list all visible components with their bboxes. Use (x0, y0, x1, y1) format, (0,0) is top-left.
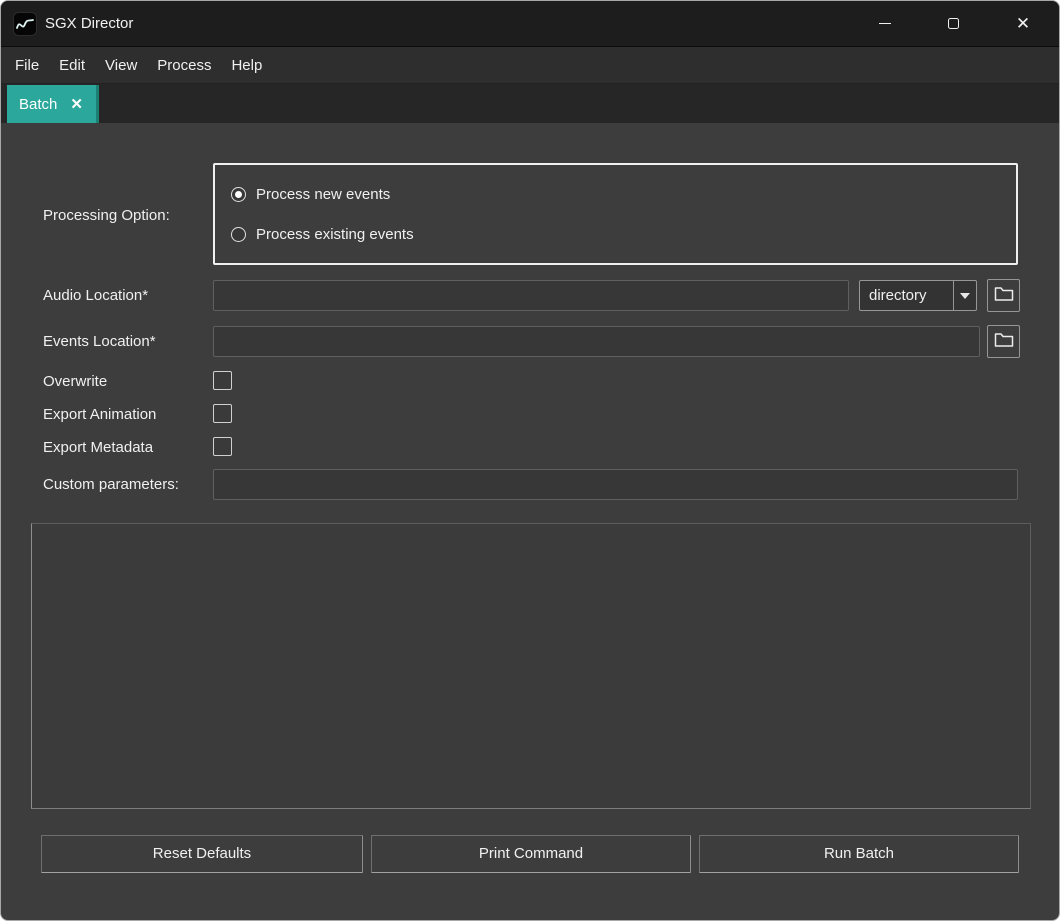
tab-batch[interactable]: Batch ✕ (7, 85, 99, 123)
radio-button-icon[interactable] (231, 187, 246, 202)
audio-location-input[interactable] (213, 280, 849, 311)
close-button[interactable]: ✕ (1000, 1, 1046, 46)
app-logo-icon (13, 12, 37, 36)
window-title: SGX Director (45, 1, 133, 47)
minimize-icon (879, 23, 891, 25)
events-location-label: Events Location* (43, 333, 156, 351)
maximize-button[interactable] (930, 1, 976, 46)
folder-icon (994, 285, 1014, 307)
titlebar[interactable]: SGX Director ✕ (1, 1, 1059, 47)
menu-item-edit[interactable]: Edit (49, 47, 95, 83)
export-animation-label: Export Animation (43, 406, 156, 424)
audio-location-browse-button[interactable] (987, 279, 1020, 312)
tab-batch-label: Batch (19, 96, 57, 113)
events-location-input[interactable] (213, 326, 980, 357)
combo-dropdown-zone[interactable] (953, 281, 976, 310)
export-metadata-checkbox[interactable] (213, 437, 232, 456)
audio-location-type-select[interactable]: directory (859, 280, 977, 311)
tab-close-icon[interactable]: ✕ (70, 97, 83, 112)
minimize-button[interactable] (862, 1, 908, 46)
radio-process-new-events-label[interactable]: Process new events (256, 186, 390, 203)
chevron-down-icon (960, 293, 970, 299)
print-command-button[interactable]: Print Command (371, 835, 691, 873)
combo-selected-value: directory (869, 281, 927, 310)
menu-item-help[interactable]: Help (221, 47, 272, 83)
maximize-icon (948, 18, 959, 29)
reset-defaults-button[interactable]: Reset Defaults (41, 835, 363, 873)
menu-item-view[interactable]: View (95, 47, 147, 83)
menu-item-file[interactable]: File (5, 47, 49, 83)
export-animation-checkbox[interactable] (213, 404, 232, 423)
custom-parameters-label: Custom parameters: (43, 476, 179, 494)
output-log-area[interactable] (31, 523, 1031, 809)
menubar: File Edit View Process Help (1, 47, 1059, 84)
overwrite-label: Overwrite (43, 373, 107, 391)
radio-process-new-events[interactable]: Process new events (231, 186, 390, 203)
overwrite-checkbox[interactable] (213, 371, 232, 390)
custom-parameters-input[interactable] (213, 469, 1018, 500)
export-metadata-label: Export Metadata (43, 439, 153, 457)
tab-bar: Batch ✕ (1, 84, 1059, 123)
events-location-browse-button[interactable] (987, 325, 1020, 358)
run-batch-button[interactable]: Run Batch (699, 835, 1019, 873)
menu-item-process[interactable]: Process (147, 47, 221, 83)
processing-option-group: Process new events Process existing even… (213, 163, 1018, 265)
radio-button-icon[interactable] (231, 227, 246, 242)
close-icon: ✕ (1016, 15, 1030, 32)
radio-process-existing-events[interactable]: Process existing events (231, 226, 414, 243)
radio-process-existing-events-label[interactable]: Process existing events (256, 226, 414, 243)
folder-icon (994, 331, 1014, 353)
processing-option-label: Processing Option: (43, 207, 170, 225)
audio-location-label: Audio Location* (43, 287, 148, 305)
app-window: SGX Director ✕ File Edit View Process He… (0, 0, 1060, 921)
